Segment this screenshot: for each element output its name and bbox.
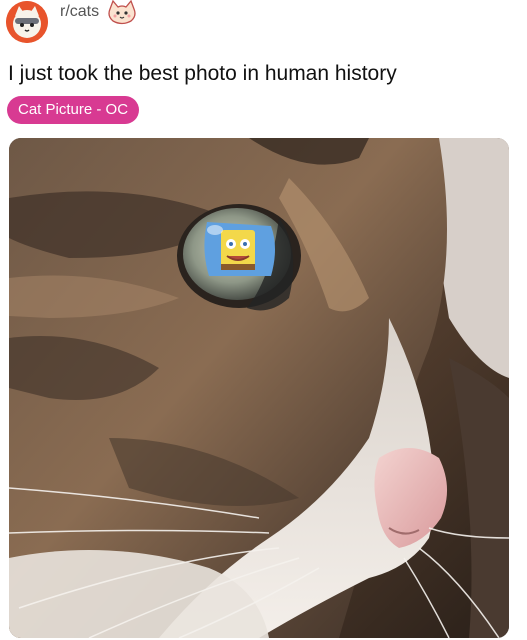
post-image[interactable]: [9, 138, 509, 638]
subreddit-avatar-icon[interactable]: [6, 1, 48, 43]
subreddit-name[interactable]: r/cats: [60, 3, 99, 21]
post-title[interactable]: I just took the best photo in human hist…: [8, 60, 397, 88]
post-header: r/cats: [6, 0, 139, 44]
post-flair-badge[interactable]: Cat Picture - OC: [7, 96, 140, 124]
cat-doodle-sticker-icon: [105, 0, 139, 27]
